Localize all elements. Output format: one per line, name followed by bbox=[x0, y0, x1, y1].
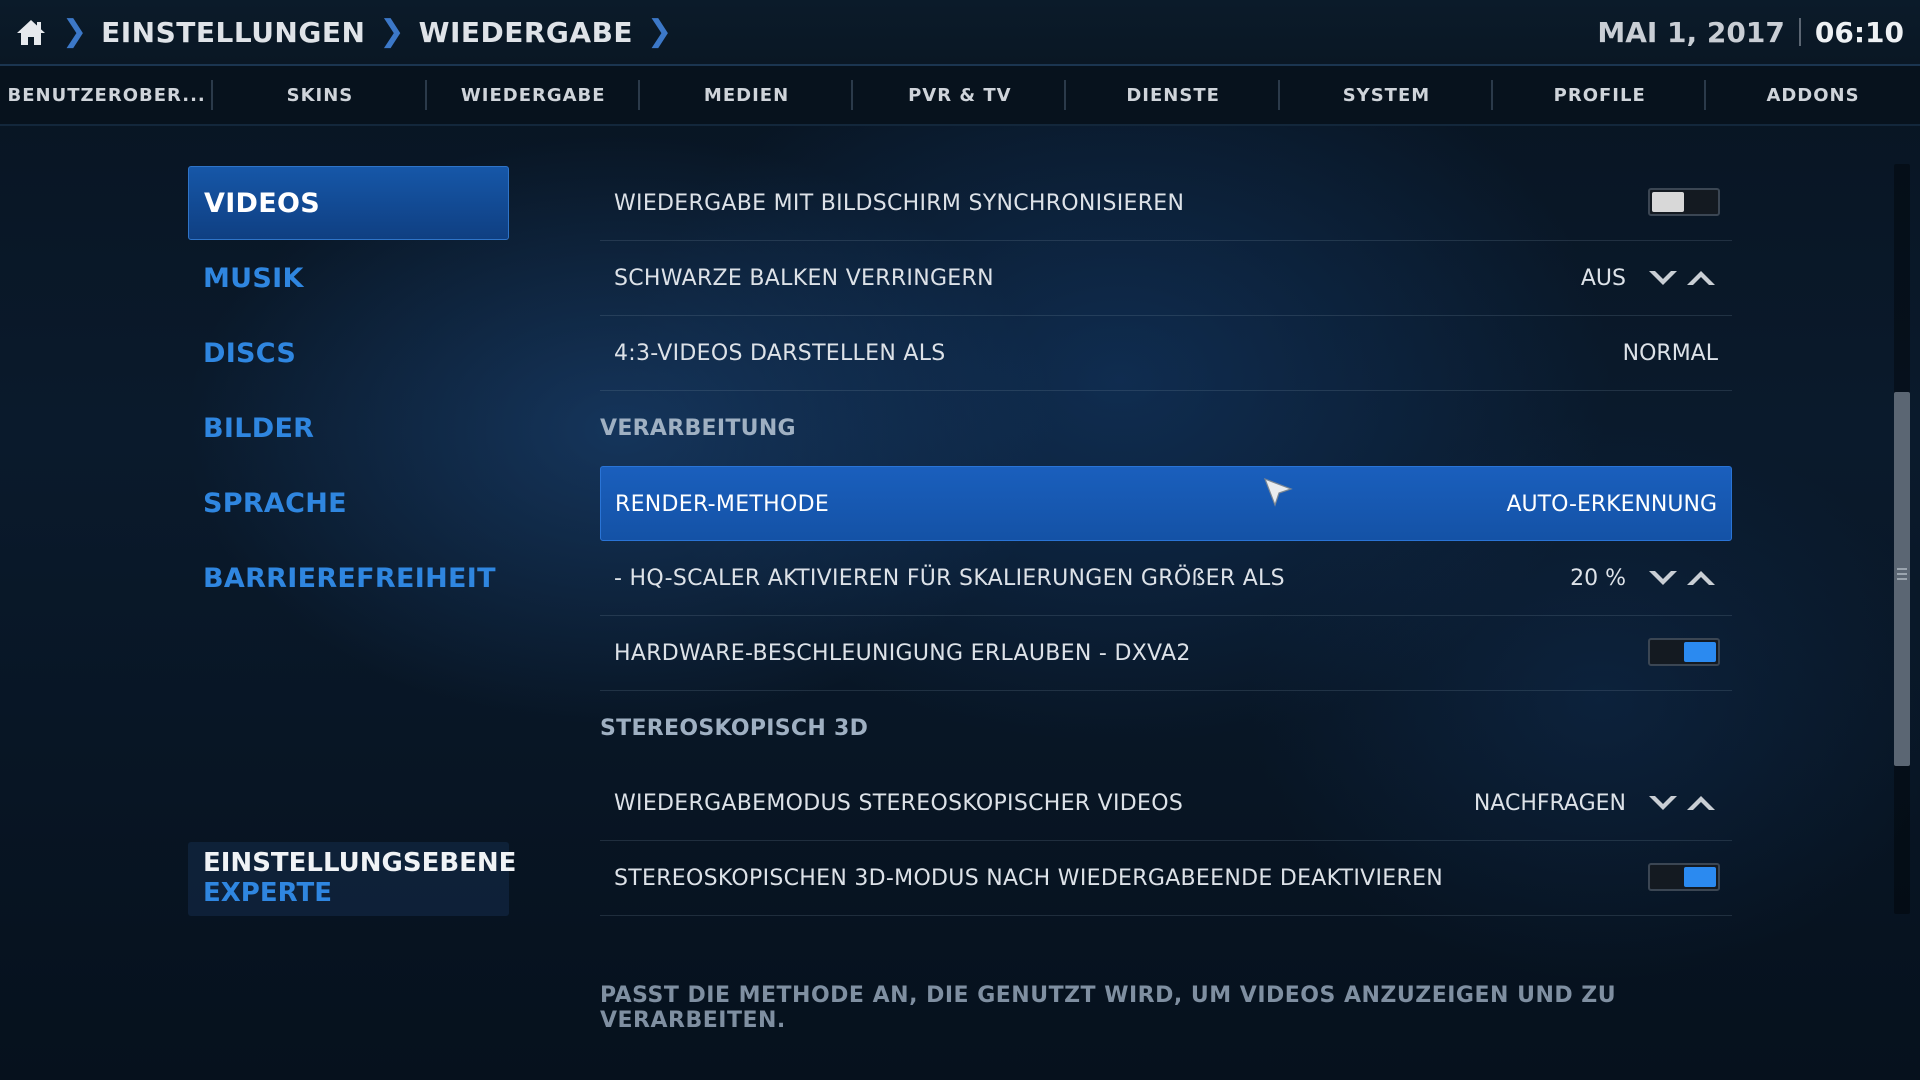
mouse-pointer-icon bbox=[1263, 477, 1293, 507]
setting-value: 20 % bbox=[1570, 565, 1626, 591]
setting-value: NORMAL bbox=[1622, 340, 1718, 366]
setting-label: HARDWARE-BESCHLEUNIGUNG ERLAUBEN - DXVA2 bbox=[614, 640, 1191, 666]
category-videos[interactable]: VIDEOS bbox=[188, 166, 509, 240]
chevron-right-icon: ❯ bbox=[379, 14, 405, 49]
tab-label: BENUTZEROBER... bbox=[7, 84, 206, 106]
tab-interface[interactable]: BENUTZEROBER... bbox=[0, 66, 214, 124]
scrollbar-grip-icon bbox=[1897, 568, 1907, 582]
breadcrumb: ❯ EINSTELLUNGEN ❯ WIEDERGABE ❯ bbox=[14, 0, 686, 64]
setting-render-method[interactable]: RENDER-METHODE AUTO-ERKENNUNG bbox=[600, 466, 1732, 541]
tab-services[interactable]: DIENSTE bbox=[1066, 66, 1280, 124]
setting-display-4-3-as[interactable]: 4:3-VIDEOS DARSTELLEN ALS NORMAL bbox=[600, 316, 1732, 391]
category-accessibility[interactable]: BARRIEREFREIHEIT bbox=[188, 541, 509, 615]
setting-value: AUS bbox=[1580, 265, 1626, 291]
section-header-stereoscopic-3d: STEREOSKOPISCH 3D bbox=[600, 716, 869, 741]
category-music[interactable]: MUSIK bbox=[188, 241, 509, 315]
spinner-control bbox=[1646, 263, 1718, 293]
tab-label: SKINS bbox=[286, 84, 354, 106]
setting-value: AUTO-ERKENNUNG bbox=[1506, 491, 1718, 517]
clock: MAI 1, 2017 06:10 bbox=[1597, 0, 1904, 64]
chevron-down-icon[interactable] bbox=[1646, 567, 1680, 589]
toggle-knob bbox=[1652, 192, 1684, 212]
chevron-right-icon: ❯ bbox=[62, 14, 88, 49]
settings-level-value: EXPERTE bbox=[203, 878, 332, 908]
setting-disable-stereoscopic-on-stop[interactable]: STEREOSKOPISCHEN 3D-MODUS NACH WIEDERGAB… bbox=[600, 841, 1732, 916]
setting-label: WIEDERGABE MIT BILDSCHIRM SYNCHRONISIERE… bbox=[614, 190, 1185, 216]
category-pictures[interactable]: BILDER bbox=[188, 391, 509, 465]
tab-label: ADDONS bbox=[1766, 84, 1860, 106]
tab-media[interactable]: MEDIEN bbox=[640, 66, 854, 124]
settings-level-title: EINSTELLUNGSEBENE bbox=[203, 848, 517, 878]
chevron-up-icon[interactable] bbox=[1684, 792, 1718, 814]
setting-label: 4:3-VIDEOS DARSTELLEN ALS bbox=[614, 340, 946, 366]
top-bar: ❯ EINSTELLUNGEN ❯ WIEDERGABE ❯ MAI 1, 20… bbox=[0, 0, 1920, 66]
setting-label: - HQ-SCALER AKTIVIEREN FÜR SKALIERUNGEN … bbox=[614, 565, 1285, 591]
tab-playback[interactable]: WIEDERGABE bbox=[427, 66, 640, 124]
chevron-right-icon: ❯ bbox=[647, 14, 673, 49]
chevron-down-icon[interactable] bbox=[1646, 792, 1680, 814]
section-header-processing: VERARBEITUNG bbox=[600, 416, 796, 441]
setting-label: WIEDERGABEMODUS STEREOSKOPISCHER VIDEOS bbox=[614, 790, 1184, 816]
tab-label: WIEDERGABE bbox=[460, 84, 606, 106]
setting-sync-playback-to-display[interactable]: WIEDERGABE MIT BILDSCHIRM SYNCHRONISIERE… bbox=[600, 166, 1732, 241]
toggle-switch[interactable] bbox=[1648, 638, 1720, 666]
home-icon[interactable] bbox=[14, 15, 48, 49]
setting-description: PASST DIE METHODE AN, DIE GENUTZT WIRD, … bbox=[600, 983, 1617, 1033]
chevron-up-icon[interactable] bbox=[1684, 267, 1718, 289]
setting-value: NACHFRAGEN bbox=[1473, 790, 1626, 816]
date-label: MAI 1, 2017 bbox=[1597, 15, 1785, 49]
toggle-knob bbox=[1684, 642, 1716, 662]
setting-reduce-black-bars[interactable]: SCHWARZE BALKEN VERRINGERN AUS bbox=[600, 241, 1732, 316]
tab-label: PVR & TV bbox=[908, 84, 1012, 106]
category-language[interactable]: SPRACHE bbox=[188, 466, 509, 540]
tab-profiles[interactable]: PROFILE bbox=[1493, 66, 1707, 124]
toggle-switch[interactable] bbox=[1648, 863, 1720, 891]
tab-skins[interactable]: SKINS bbox=[213, 66, 427, 124]
tab-label: SYSTEM bbox=[1342, 84, 1431, 106]
chevron-down-icon[interactable] bbox=[1646, 267, 1680, 289]
tab-label: MEDIEN bbox=[703, 84, 790, 106]
tab-system[interactable]: SYSTEM bbox=[1280, 66, 1494, 124]
clock-divider bbox=[1798, 18, 1801, 46]
settings-tab-bar: BENUTZEROBER... SKINS WIEDERGABE MEDIEN … bbox=[0, 66, 1920, 126]
tab-addons[interactable]: ADDONS bbox=[1706, 66, 1919, 124]
spinner-control bbox=[1646, 788, 1718, 818]
setting-hq-scaler[interactable]: - HQ-SCALER AKTIVIEREN FÜR SKALIERUNGEN … bbox=[600, 541, 1732, 616]
setting-hardware-acceleration-dxva2[interactable]: HARDWARE-BESCHLEUNIGUNG ERLAUBEN - DXVA2 bbox=[600, 616, 1732, 691]
toggle-switch[interactable] bbox=[1648, 188, 1720, 216]
settings-level-button[interactable]: EINSTELLUNGSEBENE EXPERTE bbox=[188, 842, 517, 916]
toggle-knob bbox=[1684, 867, 1716, 887]
chevron-up-icon[interactable] bbox=[1684, 567, 1718, 589]
setting-label: SCHWARZE BALKEN VERRINGERN bbox=[614, 265, 994, 291]
category-discs[interactable]: DISCS bbox=[188, 316, 509, 390]
setting-label: RENDER-METHODE bbox=[615, 491, 830, 517]
setting-label: STEREOSKOPISCHEN 3D-MODUS NACH WIEDERGAB… bbox=[614, 865, 1444, 891]
tab-label: DIENSTE bbox=[1126, 84, 1220, 106]
tab-label: PROFILE bbox=[1553, 84, 1646, 106]
setting-stereoscopic-playback-mode[interactable]: WIEDERGABEMODUS STEREOSKOPISCHER VIDEOS … bbox=[600, 766, 1732, 841]
spinner-control bbox=[1646, 563, 1718, 593]
time-label: 06:10 bbox=[1814, 15, 1904, 49]
tab-pvr-tv[interactable]: PVR & TV bbox=[853, 66, 1067, 124]
breadcrumb-settings[interactable]: EINSTELLUNGEN bbox=[101, 16, 365, 49]
breadcrumb-playback[interactable]: WIEDERGABE bbox=[419, 16, 633, 49]
